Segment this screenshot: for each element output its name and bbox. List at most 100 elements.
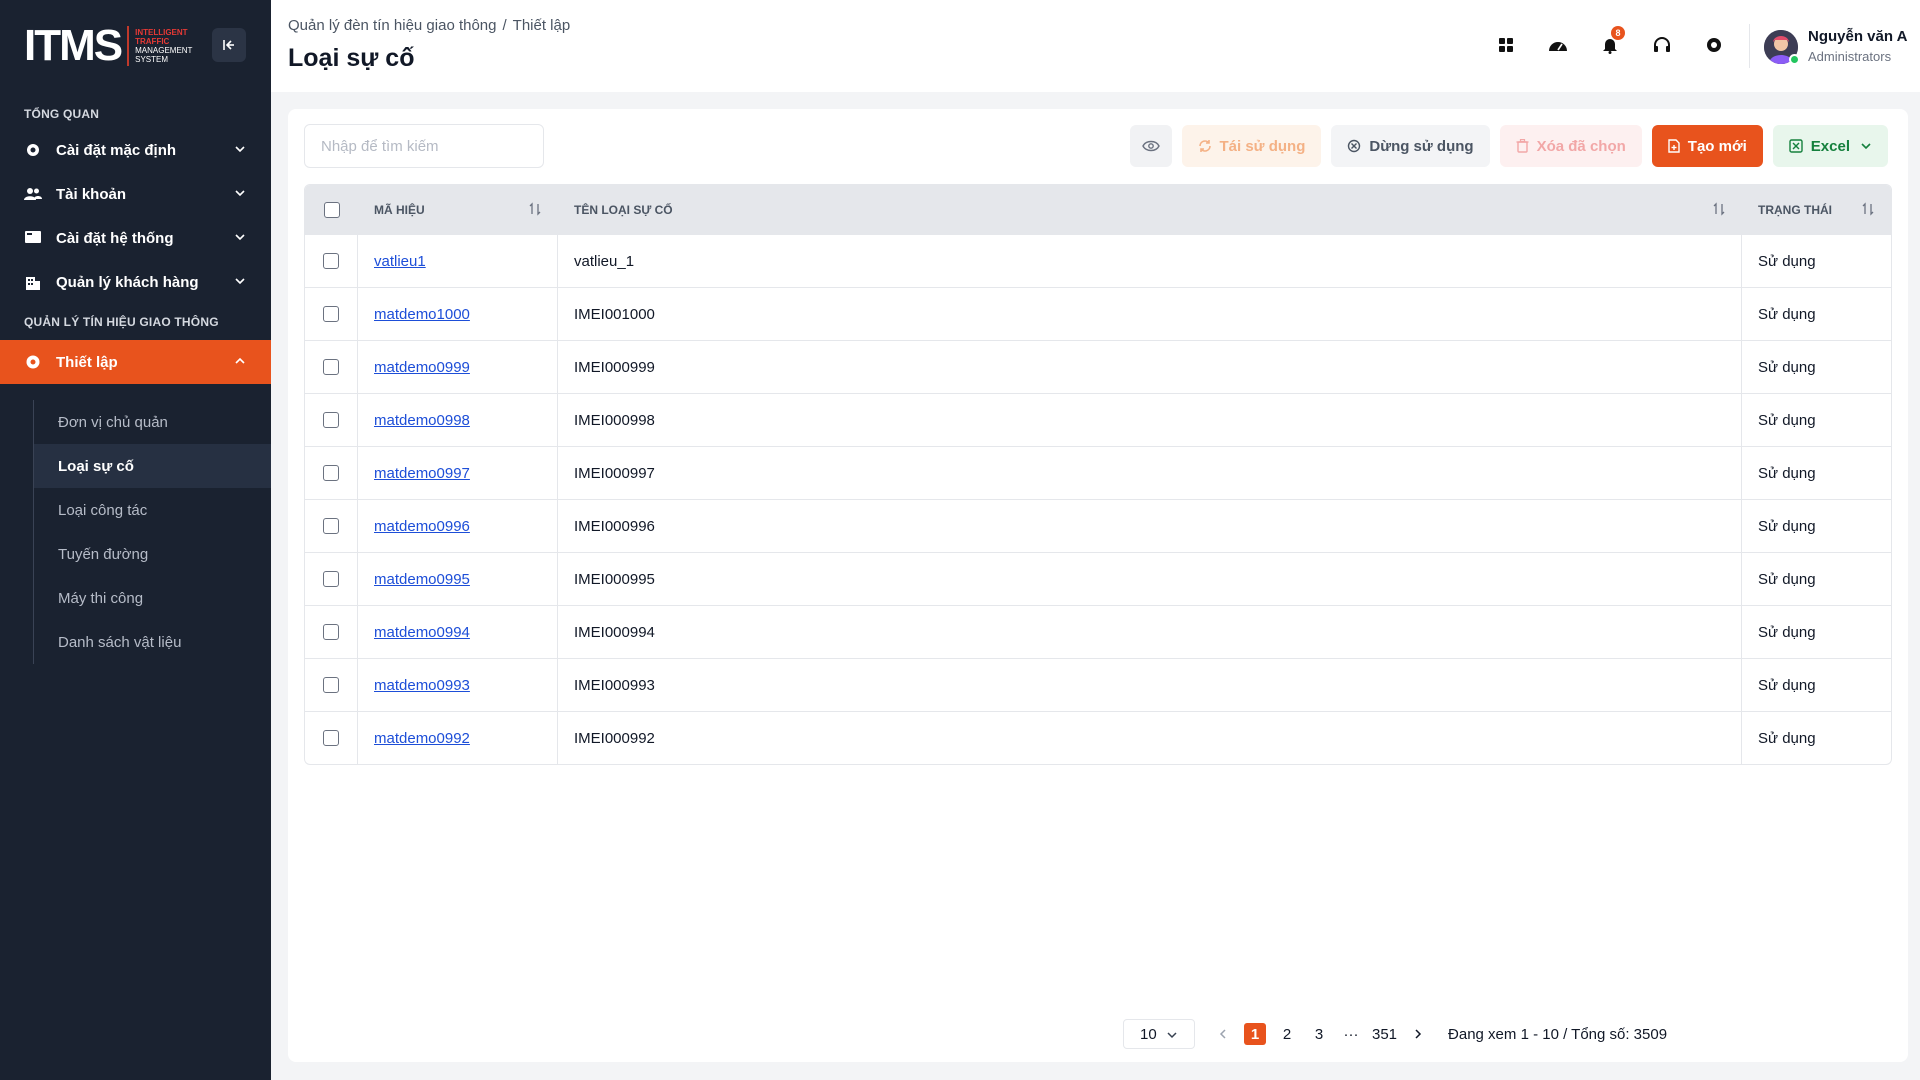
user-name[interactable]: Nguyễn văn A bbox=[1808, 28, 1907, 45]
header-divider bbox=[1749, 24, 1750, 68]
apps-grid-button[interactable] bbox=[1491, 30, 1521, 60]
page-title: Loại sự cố bbox=[288, 44, 415, 72]
header-code[interactable]: MÃ HIỆU bbox=[358, 185, 558, 234]
page-size-select[interactable]: 10 bbox=[1123, 1019, 1195, 1049]
collapse-sidebar-button[interactable] bbox=[212, 28, 246, 62]
row-checkbox[interactable] bbox=[323, 624, 339, 640]
breadcrumb-item-setup[interactable]: Thiết lập bbox=[513, 17, 571, 34]
sort-icon[interactable] bbox=[1712, 202, 1726, 216]
row-checkbox[interactable] bbox=[323, 730, 339, 746]
sidebar-item-customers[interactable]: Quản lý khách hàng bbox=[0, 260, 271, 304]
sort-icon[interactable] bbox=[528, 202, 542, 216]
sidebar-item-default-settings[interactable]: Cài đặt mặc định bbox=[0, 128, 271, 172]
row-checkbox[interactable] bbox=[323, 571, 339, 587]
header-status[interactable]: TRẠNG THÁI bbox=[1742, 185, 1891, 234]
page-button-2[interactable]: 2 bbox=[1276, 1023, 1298, 1045]
sidebar-subitem-routes[interactable]: Tuyến đường bbox=[34, 532, 271, 576]
table-row[interactable]: matdemo0995 IMEI000995 Sử dụng bbox=[305, 552, 1891, 605]
table-row[interactable]: matdemo0993 IMEI000993 Sử dụng bbox=[305, 658, 1891, 711]
delete-selected-button[interactable]: Xóa đã chọn bbox=[1499, 125, 1642, 167]
header-code-label: MÃ HIỆU bbox=[374, 202, 425, 217]
next-page-button[interactable] bbox=[1407, 1023, 1429, 1045]
row-checkbox-cell bbox=[305, 447, 358, 499]
eye-icon bbox=[1141, 140, 1160, 152]
header-status-label: TRẠNG THÁI bbox=[1758, 202, 1832, 217]
building-icon bbox=[24, 273, 42, 291]
code-link[interactable]: matdemo0992 bbox=[374, 730, 470, 747]
headset-icon bbox=[1654, 37, 1670, 52]
select-all-checkbox[interactable] bbox=[323, 201, 340, 218]
code-link[interactable]: vatlieu1 bbox=[374, 253, 426, 270]
breadcrumb-item-traffic[interactable]: Quản lý đèn tín hiệu giao thông bbox=[288, 17, 497, 34]
code-link[interactable]: matdemo0998 bbox=[374, 412, 470, 429]
row-checkbox[interactable] bbox=[323, 677, 339, 693]
code-link[interactable]: matdemo0995 bbox=[374, 571, 470, 588]
page-button-1[interactable]: 1 bbox=[1244, 1023, 1266, 1045]
status-cell: Sử dụng bbox=[1758, 411, 1816, 429]
user-role: Administrators bbox=[1808, 49, 1892, 64]
sidebar-item-label: Cài đặt mặc định bbox=[56, 141, 177, 159]
code-link[interactable]: matdemo0997 bbox=[374, 465, 470, 482]
gear-icon bbox=[24, 141, 42, 159]
sidebar: ITMS INTELLIGENT TRAFFIC MANAGEMENT SYST… bbox=[0, 0, 271, 1080]
code-link[interactable]: matdemo0999 bbox=[374, 359, 470, 376]
row-checkbox[interactable] bbox=[323, 518, 339, 534]
delete-selected-label: Xóa đã chọn bbox=[1536, 137, 1626, 155]
page-button-3[interactable]: 3 bbox=[1308, 1023, 1330, 1045]
sidebar-subitem-incident-type[interactable]: Loại sự cố bbox=[34, 444, 271, 488]
toggle-columns-button[interactable] bbox=[1129, 125, 1172, 167]
table-row[interactable]: vatlieu1 vatlieu_1 Sử dụng bbox=[305, 234, 1891, 287]
logo-subtitle: INTELLIGENT TRAFFIC MANAGEMENT SYSTEM bbox=[135, 28, 192, 64]
row-checkbox[interactable] bbox=[323, 359, 339, 375]
row-checkbox[interactable] bbox=[323, 412, 339, 428]
excel-export-button[interactable]: Excel bbox=[1772, 125, 1888, 167]
stop-circle-icon bbox=[1347, 139, 1361, 153]
code-cell: vatlieu1 bbox=[358, 235, 558, 287]
table-row[interactable]: matdemo1000 IMEI001000 Sử dụng bbox=[305, 287, 1891, 340]
prev-page-button[interactable] bbox=[1212, 1023, 1234, 1045]
search-input[interactable] bbox=[304, 124, 544, 168]
dashboard-button[interactable] bbox=[1543, 30, 1573, 60]
code-link[interactable]: matdemo0994 bbox=[374, 624, 470, 641]
sidebar-subitem-materials[interactable]: Danh sách vật liệu bbox=[34, 620, 271, 664]
table-row[interactable]: matdemo0999 IMEI000999 Sử dụng bbox=[305, 340, 1891, 393]
table-row[interactable]: matdemo0992 IMEI000992 Sử dụng bbox=[305, 711, 1891, 764]
reuse-button[interactable]: Tái sử dụng bbox=[1181, 125, 1322, 167]
stop-using-button[interactable]: Dừng sử dụng bbox=[1331, 125, 1490, 167]
code-cell: matdemo0998 bbox=[358, 394, 558, 446]
chevron-right-icon bbox=[1415, 1029, 1422, 1039]
row-checkbox[interactable] bbox=[323, 306, 339, 322]
row-checkbox-cell bbox=[305, 553, 358, 605]
table-row[interactable]: matdemo0997 IMEI000997 Sử dụng bbox=[305, 446, 1891, 499]
logo-sub-1: INTELLIGENT bbox=[135, 28, 188, 37]
page-button-last[interactable]: 351 bbox=[1372, 1023, 1397, 1045]
sidebar-item-setup[interactable]: Thiết lập bbox=[0, 340, 271, 384]
header-name[interactable]: TÊN LOẠI SỰ CỐ bbox=[558, 185, 1742, 234]
sidebar-subitem-owner-unit[interactable]: Đơn vị chủ quản bbox=[34, 400, 271, 444]
name-cell: IMEI000996 bbox=[558, 500, 1742, 552]
sidebar-item-accounts[interactable]: Tài khoản bbox=[0, 172, 271, 216]
sidebar-item-system-settings[interactable]: Cài đặt hệ thống bbox=[0, 216, 271, 260]
settings-button[interactable] bbox=[1699, 30, 1729, 60]
support-button[interactable] bbox=[1647, 30, 1677, 60]
row-checkbox[interactable] bbox=[323, 253, 339, 269]
notifications-button[interactable]: 8 bbox=[1595, 26, 1625, 60]
status-cell: Sử dụng bbox=[1758, 729, 1816, 747]
refresh-icon bbox=[1198, 139, 1212, 153]
create-new-button[interactable]: Tạo mới bbox=[1651, 125, 1763, 167]
excel-icon bbox=[1789, 139, 1803, 153]
row-checkbox[interactable] bbox=[323, 465, 339, 481]
name-cell: IMEI000993 bbox=[558, 659, 1742, 711]
code-link[interactable]: matdemo0993 bbox=[374, 677, 470, 694]
code-link[interactable]: matdemo1000 bbox=[374, 306, 470, 323]
code-link[interactable]: matdemo0996 bbox=[374, 518, 470, 535]
sort-icon[interactable] bbox=[1861, 202, 1875, 216]
gear-icon bbox=[1707, 38, 1721, 52]
code-cell: matdemo0992 bbox=[358, 712, 558, 764]
table-row[interactable]: matdemo0996 IMEI000996 Sử dụng bbox=[305, 499, 1891, 552]
sidebar-subitem-machines[interactable]: Máy thi công bbox=[34, 576, 271, 620]
table-row[interactable]: matdemo0994 IMEI000994 Sử dụng bbox=[305, 605, 1891, 658]
page-ellipsis[interactable]: ··· bbox=[1340, 1023, 1362, 1045]
sidebar-subitem-work-type[interactable]: Loại công tác bbox=[34, 488, 271, 532]
table-row[interactable]: matdemo0998 IMEI000998 Sử dụng bbox=[305, 393, 1891, 446]
